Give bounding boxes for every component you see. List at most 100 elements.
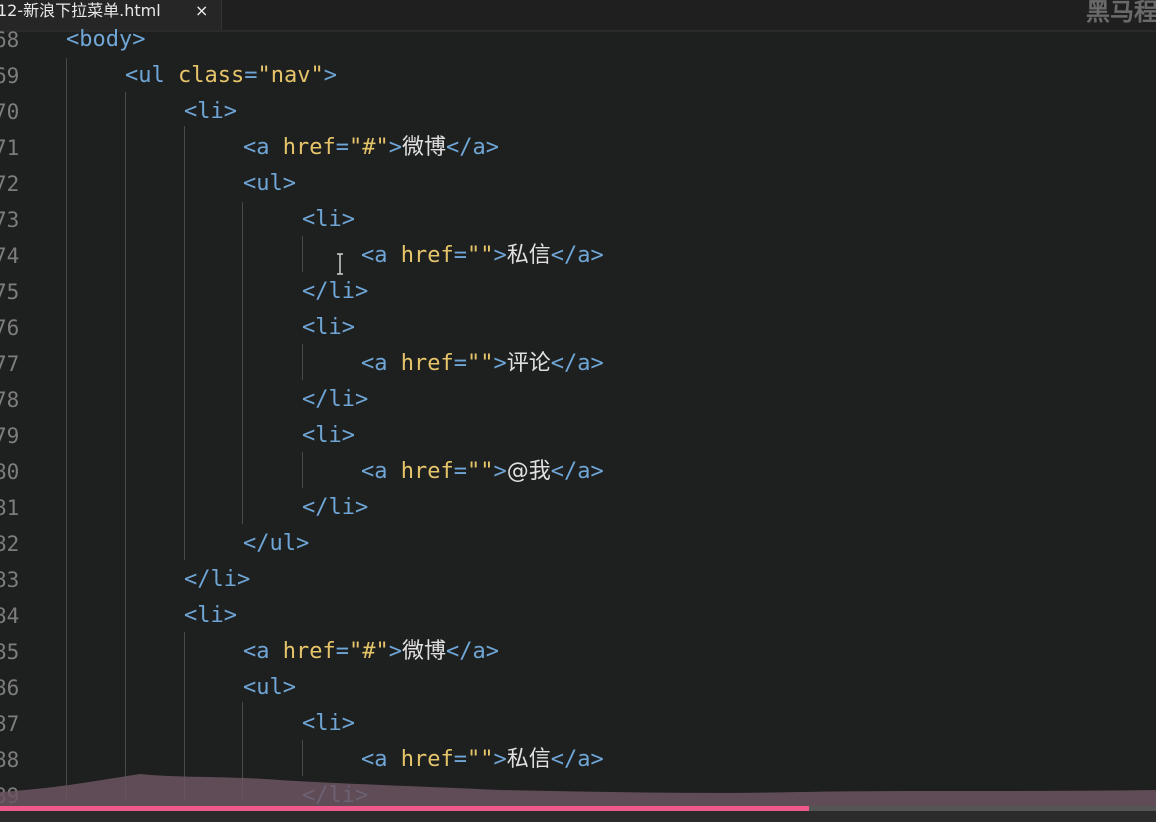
line-number: 70 <box>0 100 20 124</box>
code-token: < <box>361 351 375 376</box>
code-line[interactable]: 82 </ul> <box>0 526 1156 562</box>
code-line[interactable]: 77 <a href="">评论</a> <box>0 346 1156 382</box>
code-line[interactable]: 70 <li> <box>0 94 1156 130</box>
code-content: </li> <box>302 382 368 418</box>
code-token: > <box>485 135 499 160</box>
code-line[interactable]: 69 <ul class="nav"> <box>0 58 1156 94</box>
code-token: > <box>590 351 604 376</box>
code-token: li <box>197 99 224 124</box>
code-token: > <box>341 207 355 232</box>
code-token: class <box>178 63 245 88</box>
code-token: > <box>341 711 355 736</box>
close-icon[interactable]: × <box>195 0 208 22</box>
code-token: li <box>328 495 356 520</box>
code-line[interactable]: 85 <a href="#">微博</a> <box>0 634 1156 670</box>
code-token: > <box>323 63 337 88</box>
code-token: < <box>361 747 375 772</box>
code-token: > <box>355 495 369 520</box>
code-content: <a href="">@我</a> <box>361 454 604 490</box>
code-token: </ <box>446 135 473 160</box>
code-token: < <box>243 171 257 196</box>
code-token: < <box>184 603 198 628</box>
code-line[interactable]: 81 </li> <box>0 490 1156 526</box>
code-token: = <box>453 243 467 268</box>
code-content: <li> <box>184 94 237 130</box>
code-token: </ <box>550 351 578 376</box>
code-token: @我 <box>506 459 551 484</box>
code-token: < <box>184 99 198 124</box>
code-line[interactable]: 74 <a href="">私信</a> <box>0 238 1156 274</box>
code-token: </ <box>243 531 270 556</box>
code-token: > <box>355 279 369 304</box>
code-token: li <box>210 567 238 592</box>
code-token: href <box>282 639 336 664</box>
code-token: li <box>328 387 356 412</box>
code-token: < <box>361 243 375 268</box>
code-line[interactable]: 72 <ul> <box>0 166 1156 202</box>
code-token: li <box>315 423 342 448</box>
line-number: 72 <box>0 172 20 196</box>
line-number: 74 <box>0 244 20 268</box>
code-content: <li> <box>302 202 355 238</box>
code-token: "" <box>466 351 494 376</box>
code-token: > <box>493 243 507 268</box>
code-token: "" <box>466 747 494 772</box>
code-line[interactable]: 68 <body> <box>0 22 1156 58</box>
code-token: > <box>282 171 296 196</box>
code-line[interactable]: 79 <li> <box>0 418 1156 454</box>
code-content: <a href="">私信</a> <box>361 238 604 274</box>
code-token: </ <box>184 567 211 592</box>
code-line[interactable]: 71 <a href="#">微博</a> <box>0 130 1156 166</box>
code-line[interactable]: 87 <li> <box>0 706 1156 742</box>
code-line[interactable]: 86 <ul> <box>0 670 1156 706</box>
code-line[interactable]: 83 </li> <box>0 562 1156 598</box>
code-token: > <box>341 423 355 448</box>
code-token: = <box>453 747 467 772</box>
code-token: > <box>493 459 507 484</box>
line-number: 84 <box>0 604 20 628</box>
indent-guide <box>66 58 67 800</box>
line-number: 76 <box>0 316 20 340</box>
code-editor[interactable]: 68 <body> 69 <ul class="nav"> 70 <li> 71 <a hre… <box>0 27 1156 822</box>
status-bar <box>0 811 1156 822</box>
code-token: li <box>315 315 342 340</box>
code-token: < <box>243 639 257 664</box>
code-token: href <box>400 243 454 268</box>
code-content: </ul> <box>243 526 309 562</box>
code-content: <ul class="nav"> <box>125 58 337 94</box>
indent-guide <box>184 126 185 560</box>
line-number: 68 <box>0 28 20 52</box>
code-token: a <box>374 747 401 772</box>
code-token: li <box>315 207 342 232</box>
code-token: < <box>125 63 139 88</box>
indent-guide <box>302 344 303 380</box>
line-number: 83 <box>0 568 20 592</box>
code-line[interactable]: 78 </li> <box>0 382 1156 418</box>
code-token: 评论 <box>506 351 551 376</box>
code-token: > <box>590 747 604 772</box>
code-token: </ <box>446 639 473 664</box>
code-token: ul <box>269 531 297 556</box>
code-content: </li> <box>184 562 250 598</box>
code-token: href <box>400 459 454 484</box>
code-line[interactable]: 80 <a href="">@我</a> <box>0 454 1156 490</box>
code-token: </ <box>550 459 578 484</box>
code-line[interactable]: 75 </li> <box>0 274 1156 310</box>
code-line[interactable]: 84 <li> <box>0 598 1156 634</box>
line-number: 86 <box>0 676 20 700</box>
code-content: <a href="#">微博</a> <box>243 130 499 166</box>
code-token: < <box>243 675 257 700</box>
code-token: < <box>302 711 316 736</box>
line-number: 71 <box>0 136 20 160</box>
code-token: > <box>590 243 604 268</box>
code-line[interactable]: 73 <li> <box>0 202 1156 238</box>
line-number: 78 <box>0 388 20 412</box>
line-number: 79 <box>0 424 20 448</box>
code-line[interactable]: 76 <li> <box>0 310 1156 346</box>
indent-guide <box>242 202 243 524</box>
code-token: 私信 <box>506 243 551 268</box>
code-content: <ul> <box>243 166 296 202</box>
code-token: > <box>223 99 237 124</box>
code-content: </li> <box>302 274 368 310</box>
code-token: > <box>223 603 237 628</box>
